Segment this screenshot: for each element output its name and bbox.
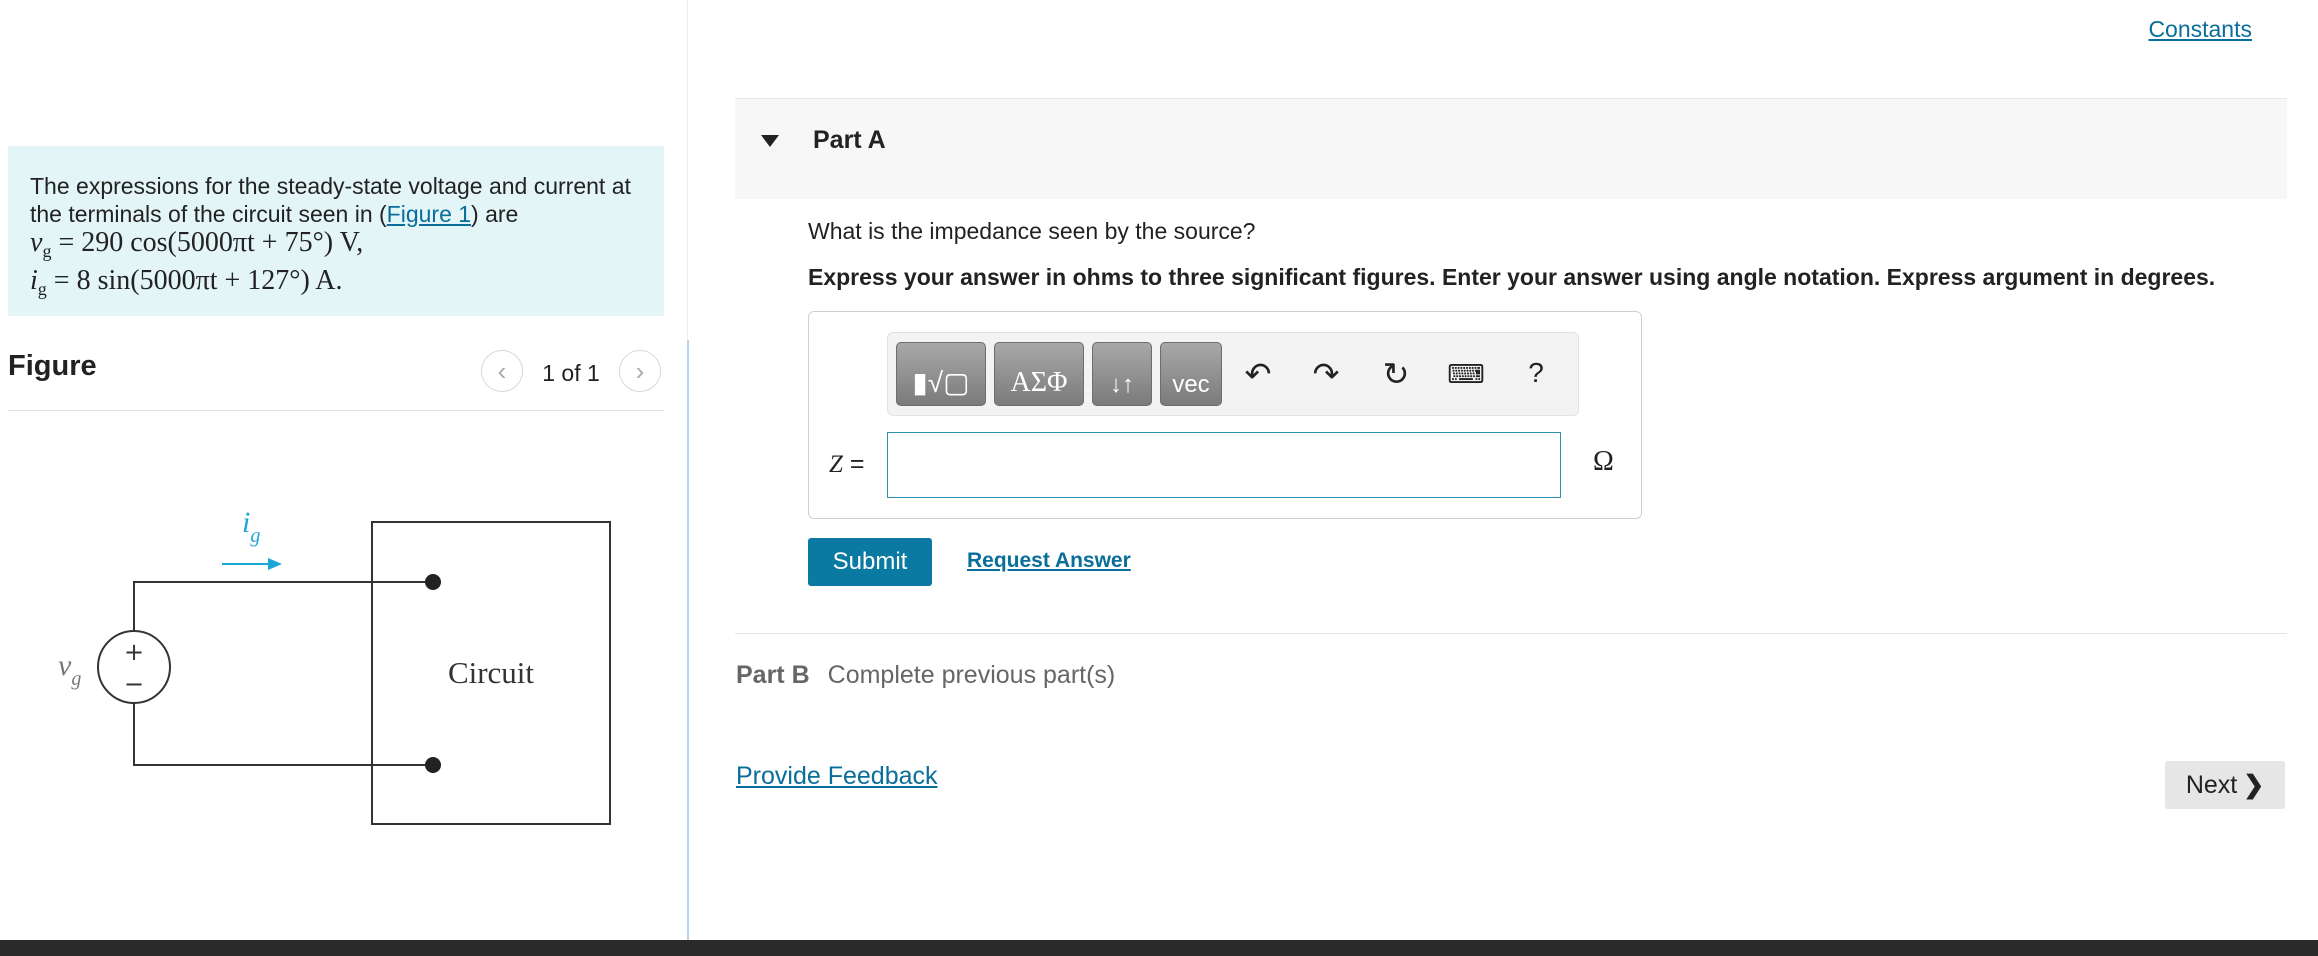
part-a-title: Part A: [813, 126, 886, 154]
answer-instructions: Express your answer in ohms to three sig…: [808, 264, 2216, 290]
voltage-label: vg: [58, 649, 81, 690]
top-wire: [133, 581, 433, 633]
help-icon[interactable]: ?: [1516, 357, 1556, 389]
chevron-right-icon: ❯: [2243, 771, 2265, 799]
current-arrow-head: [268, 558, 282, 570]
chevron-left-icon: ‹: [497, 355, 507, 386]
constants-link[interactable]: Constants: [2148, 16, 2252, 43]
answer-variable-label: Z =: [829, 450, 865, 478]
ohm-unit: Ω: [1593, 446, 1614, 477]
problem-text-end: ) are: [471, 201, 519, 227]
answer-box: ▮√▢ ΑΣΦ ↓↑ vec ↶ ↷ ↻ ⌨ ? Z = Ω: [808, 311, 1642, 519]
vector-icon: vec: [1172, 371, 1210, 398]
circuit-label: Circuit: [448, 655, 534, 690]
bottom-wire: [133, 701, 433, 766]
keyboard-icon[interactable]: ⌨: [1446, 359, 1486, 390]
part-b-row: Part B Complete previous part(s): [736, 661, 1115, 690]
templates-button[interactable]: ▮√▢: [896, 342, 986, 406]
minus-sign: −: [124, 670, 144, 698]
arrows-button[interactable]: ↓↑: [1092, 342, 1152, 406]
figure-prev-button[interactable]: ‹: [481, 350, 523, 392]
figure-link[interactable]: Figure 1: [387, 201, 471, 227]
figure-divider: [8, 410, 664, 411]
vector-button[interactable]: vec: [1160, 342, 1222, 406]
figure-title: Figure: [8, 350, 97, 382]
provide-feedback-link[interactable]: Provide Feedback: [736, 762, 938, 791]
current-label: ig: [242, 506, 260, 547]
redo-icon[interactable]: ↷: [1306, 355, 1346, 393]
question-text: What is the impedance seen by the source…: [808, 218, 1256, 244]
arrows-icon: ↓↑: [1110, 371, 1134, 398]
bottom-bar: [0, 940, 2318, 956]
part-b-label: Part B: [736, 661, 810, 689]
circuit-diagram: ig + − vg Circuit: [58, 506, 611, 825]
panel-resize-handle[interactable]: [687, 340, 689, 940]
reset-icon[interactable]: ↻: [1376, 355, 1416, 393]
part-b-status: Complete previous part(s): [827, 661, 1116, 689]
part-b-divider: [735, 633, 2287, 634]
greek-symbols-button[interactable]: ΑΣΦ: [994, 342, 1084, 406]
plus-sign: +: [124, 638, 144, 666]
next-button[interactable]: Next ❯: [2165, 761, 2285, 809]
panel-divider-top: [687, 0, 688, 340]
greek-icon: ΑΣΦ: [1010, 367, 1068, 398]
templates-icon: ▮√▢: [912, 367, 970, 398]
chevron-right-icon: ›: [635, 355, 645, 386]
left-panel: The expressions for the steady-state vol…: [0, 0, 688, 940]
next-label: Next: [2185, 770, 2238, 799]
problem-text: The expressions for the steady-state vol…: [30, 173, 631, 227]
request-answer-link[interactable]: Request Answer: [967, 549, 1131, 573]
caret-down-icon[interactable]: [761, 135, 779, 147]
impedance-input[interactable]: [887, 432, 1561, 498]
figure-next-button[interactable]: ›: [619, 350, 661, 392]
figure-counter: 1 of 1: [542, 360, 600, 386]
current-equation: ig = 8 sin(5000πt + 127°) A.: [30, 265, 343, 300]
problem-statement: The expressions for the steady-state vol…: [8, 146, 664, 316]
undo-icon[interactable]: ↶: [1238, 355, 1278, 393]
terminal-bottom: [425, 757, 441, 773]
terminal-top: [425, 574, 441, 590]
voltage-equation: vg = 290 cos(5000πt + 75°) V,: [30, 227, 364, 262]
submit-button[interactable]: Submit: [808, 538, 932, 586]
part-a-header[interactable]: Part A: [735, 98, 2287, 199]
math-toolbar: ▮√▢ ΑΣΦ ↓↑ vec ↶ ↷ ↻ ⌨ ?: [887, 332, 1579, 416]
